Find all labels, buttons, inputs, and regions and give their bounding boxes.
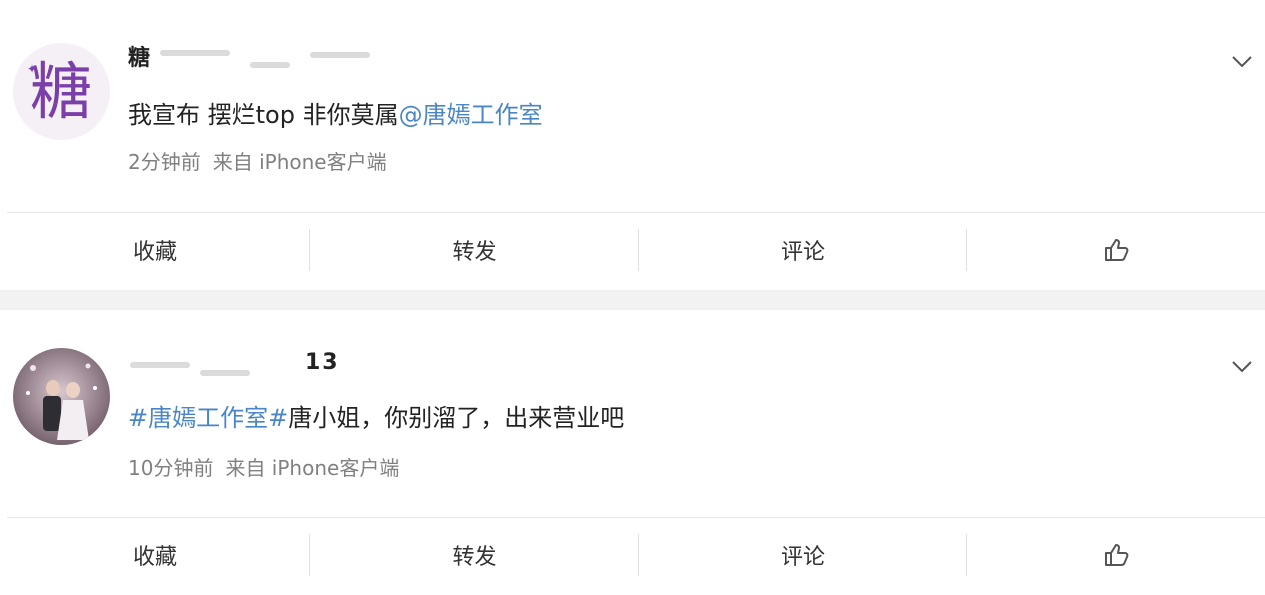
divider <box>7 517 1265 518</box>
favorite-label: 收藏 <box>132 240 177 265</box>
repost-label: 转发 <box>452 240 497 265</box>
post-time[interactable]: 10分钟前 <box>128 456 213 480</box>
blurred-username <box>160 50 230 56</box>
mention-link[interactable]: @唐嫣工作室 <box>399 101 543 129</box>
username[interactable]: 糖 <box>128 40 152 72</box>
avatar[interactable]: 糖 ✦ <box>13 43 110 140</box>
favorite-button[interactable]: 收藏 <box>0 525 310 585</box>
repost-button[interactable]: 转发 <box>310 220 639 280</box>
favorite-label: 收藏 <box>132 545 177 570</box>
comment-button[interactable]: 评论 <box>639 220 967 280</box>
username-suffix: 13 <box>305 350 340 375</box>
post-separator <box>0 290 1265 310</box>
post-text-body: 唐小姐，你别溜了，出来营业吧 <box>288 404 625 432</box>
avatar-glyph: 糖 <box>30 55 92 128</box>
action-bar: 收藏 转发 评论 <box>0 525 1265 585</box>
blurred-username <box>250 62 290 68</box>
post-meta: 2分钟前 来自 iPhone客户端 <box>128 146 387 175</box>
chevron-down-icon[interactable] <box>1231 55 1253 69</box>
like-button[interactable] <box>967 220 1265 280</box>
favorite-button[interactable]: 收藏 <box>0 220 310 280</box>
post-text: 我宣布 摆烂top 非你莫属@唐嫣工作室 <box>128 95 543 130</box>
username-text: 糖 <box>128 46 153 71</box>
post-meta: 10分钟前 来自 iPhone客户端 <box>128 452 399 481</box>
post-source: 来自 iPhone客户端 <box>212 150 387 174</box>
like-button[interactable] <box>967 525 1265 585</box>
divider <box>7 212 1265 213</box>
svg-text:✦: ✦ <box>27 62 37 76</box>
post-text-body: 我宣布 摆烂top 非你莫属 <box>128 101 399 129</box>
post-source: 来自 iPhone客户端 <box>225 456 400 480</box>
post-text: #唐嫣工作室#唐小姐，你别溜了，出来营业吧 <box>128 398 624 433</box>
avatar[interactable] <box>13 348 110 445</box>
repost-button[interactable]: 转发 <box>310 525 639 585</box>
username-suffix-text: 13 <box>305 350 340 375</box>
comment-label: 评论 <box>780 545 825 570</box>
repost-label: 转发 <box>452 545 497 570</box>
blurred-username <box>130 362 190 368</box>
blurred-username <box>310 52 370 58</box>
post-time[interactable]: 2分钟前 <box>128 150 201 174</box>
thumbs-up-icon <box>1103 542 1129 568</box>
thumbs-up-icon <box>1103 237 1129 263</box>
comment-label: 评论 <box>780 240 825 265</box>
weibo-post-2: 13 #唐嫣工作室#唐小姐，你别溜了，出来营业吧 10分钟前 来自 iPhone客… <box>0 310 1265 595</box>
weibo-post-1: 糖 ✦ 糖 我宣布 摆烂top 非你莫属@唐嫣工作室 2分钟前 来自 iPhone… <box>0 0 1265 290</box>
action-bar: 收藏 转发 评论 <box>0 220 1265 280</box>
blurred-username <box>200 370 250 376</box>
chevron-down-icon[interactable] <box>1231 360 1253 374</box>
topic-link[interactable]: #唐嫣工作室# <box>128 404 288 432</box>
comment-button[interactable]: 评论 <box>639 525 967 585</box>
